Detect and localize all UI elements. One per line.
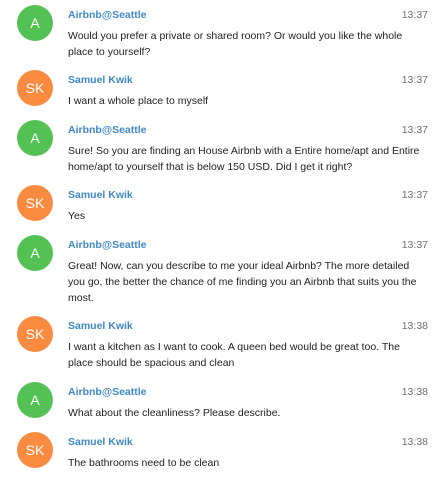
avatar[interactable]: SK	[17, 70, 53, 106]
avatar[interactable]: SK	[17, 432, 53, 468]
message-timestamp: 13:37	[401, 189, 428, 201]
sender-name[interactable]: Samuel Kwik	[68, 189, 133, 201]
message-timestamp: 13:37	[401, 74, 428, 86]
message-text: What about the cleanliness? Please descr…	[68, 407, 281, 419]
sender-name[interactable]: Airbnb@Seattle	[68, 239, 147, 251]
sender-name[interactable]: Samuel Kwik	[68, 436, 133, 448]
message-timestamp: 13:37	[401, 124, 428, 136]
avatar[interactable]: A	[17, 235, 53, 271]
message-text: Sure! So you are finding an House Airbnb…	[68, 145, 420, 173]
message-timestamp: 13:38	[401, 386, 428, 398]
avatar[interactable]: SK	[17, 316, 53, 352]
sender-name[interactable]: Airbnb@Seattle	[68, 386, 147, 398]
avatar[interactable]: A	[17, 382, 53, 418]
sender-name[interactable]: Airbnb@Seattle	[68, 124, 147, 136]
message-timestamp: 13:38	[401, 436, 428, 448]
avatar[interactable]: A	[17, 120, 53, 156]
message-text: Yes	[68, 210, 86, 222]
sender-name[interactable]: Airbnb@Seattle	[68, 9, 147, 21]
avatar[interactable]: A	[17, 5, 53, 41]
message-text: Great! Now, can you describe to me your …	[68, 260, 417, 304]
chat-message-list[interactable]: A Airbnb@Seattle 13:37 Would you prefer …	[0, 0, 446, 482]
message-timestamp: 13:37	[401, 9, 428, 21]
message-text: The bathrooms need to be clean	[68, 457, 220, 469]
message-text: I want a whole place to myself	[68, 95, 209, 107]
message-timestamp: 13:38	[401, 320, 428, 332]
message-text: I want a kitchen as I want to cook. A qu…	[68, 341, 400, 369]
sender-name[interactable]: Samuel Kwik	[68, 74, 133, 86]
avatar[interactable]: SK	[17, 185, 53, 221]
message-timestamp: 13:37	[401, 239, 428, 251]
sender-name[interactable]: Samuel Kwik	[68, 320, 133, 332]
message-text: Would you prefer a private or shared roo…	[68, 30, 403, 58]
